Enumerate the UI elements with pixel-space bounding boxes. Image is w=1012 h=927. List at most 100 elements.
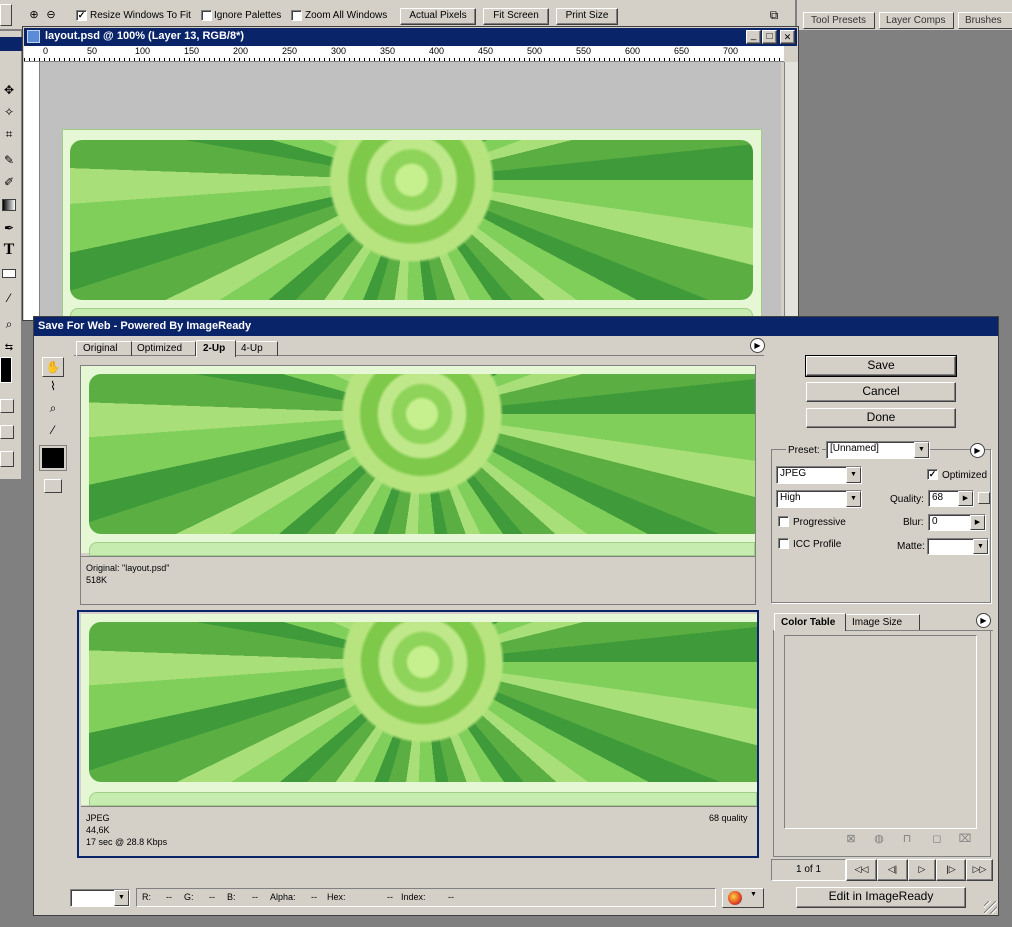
- shape-tool-icon[interactable]: [2, 269, 16, 278]
- palette-tab-layer-comps[interactable]: Layer Comps: [879, 12, 954, 29]
- view-tabs: Original Optimized 2-Up 4-Up: [74, 340, 764, 357]
- tab-color-table[interactable]: Color Table: [774, 613, 846, 631]
- zoom-level-select[interactable]: ▼: [70, 889, 130, 907]
- zoom-all-checkbox[interactable]: [291, 10, 302, 21]
- chevron-down-icon: ▼: [914, 442, 929, 458]
- optimized-succulent-image: [89, 622, 757, 782]
- original-preview: [81, 366, 755, 556]
- trash-icon[interactable]: ⌧: [958, 830, 972, 846]
- done-button[interactable]: Done: [806, 408, 956, 428]
- quality-mask-icon[interactable]: [978, 492, 990, 504]
- succulent-banner-image: [70, 140, 753, 300]
- settings-menu-icon[interactable]: ▶: [970, 443, 985, 458]
- view-options-menu-icon[interactable]: ▶: [750, 338, 765, 353]
- next-frame-button[interactable]: |▷: [936, 859, 966, 881]
- edit-in-imageready-button[interactable]: Edit in ImageReady: [796, 887, 966, 908]
- color-table-menu-icon[interactable]: ▶: [976, 613, 991, 628]
- color-table-swatches[interactable]: [784, 635, 977, 829]
- type-tool-icon[interactable]: T: [0, 241, 18, 259]
- chevron-down-icon: ▼: [846, 491, 861, 507]
- document-vertical-scrollbar[interactable]: [784, 62, 798, 320]
- optimized-nav-bar: [89, 792, 757, 806]
- tab-2-up[interactable]: 2-Up: [196, 340, 236, 357]
- move-tool-icon[interactable]: ✥: [0, 81, 18, 99]
- magic-wand-icon[interactable]: ✧: [0, 103, 18, 121]
- swap-colors-icon[interactable]: ⇆: [0, 339, 18, 353]
- actual-pixels-button[interactable]: Actual Pixels: [400, 8, 476, 25]
- play-button[interactable]: ▷: [908, 859, 936, 881]
- icc-profile-checkbox[interactable]: [778, 538, 789, 549]
- chevron-right-icon: ▶: [970, 515, 985, 530]
- matte-select[interactable]: ▼: [927, 538, 989, 555]
- jump-to-imageready-icon[interactable]: [0, 451, 14, 467]
- quick-mask-icon[interactable]: [0, 399, 14, 413]
- fit-screen-button[interactable]: Fit Screen: [483, 8, 549, 25]
- frame-count: 1 of 1: [771, 859, 846, 881]
- tab-original[interactable]: Original: [76, 341, 132, 356]
- print-size-button[interactable]: Print Size: [556, 8, 618, 25]
- brush-tool-icon[interactable]: ✎: [0, 151, 18, 169]
- first-frame-button[interactable]: ◁◁: [846, 859, 877, 881]
- workspace-bottom: [0, 917, 1012, 927]
- format-select[interactable]: JPEG ▼: [776, 466, 862, 484]
- zoom-out-icon[interactable]: ⊖: [43, 6, 59, 24]
- toggle-slices-visibility-icon[interactable]: [44, 479, 62, 493]
- cancel-button[interactable]: Cancel: [806, 382, 956, 402]
- document-title: layout.psd @ 100% (Layer 13, RGB/8*): [45, 30, 245, 42]
- preset-select[interactable]: [Unnamed] ▼: [826, 441, 930, 459]
- last-frame-button[interactable]: ▷▷: [966, 859, 993, 881]
- minimize-button[interactable]: _: [746, 30, 761, 44]
- resize-windows-label: Resize Windows To Fit: [90, 10, 191, 21]
- map-color-icon[interactable]: ⊠: [844, 830, 858, 846]
- blur-input[interactable]: 0 ▶: [928, 514, 986, 531]
- resize-windows-checkbox[interactable]: ✓: [76, 10, 87, 21]
- zoom-tool-sfw-icon[interactable]: ⌕: [42, 399, 64, 419]
- optimized-checkbox[interactable]: ✓: [927, 469, 938, 480]
- progressive-checkbox[interactable]: [778, 516, 789, 527]
- close-button[interactable]: ✕: [780, 30, 795, 44]
- palette-tab-brushes[interactable]: Brushes: [958, 12, 1012, 29]
- hand-tool-button[interactable]: ✋: [42, 357, 64, 377]
- tab-4-up[interactable]: 4-Up: [236, 341, 278, 356]
- foreground-color-swatch[interactable]: [0, 357, 12, 383]
- slice-select-tool-icon[interactable]: ⌇: [42, 377, 64, 397]
- color-readout-bar: R: -- G: -- B: -- Alpha: -- Hex: -- Inde…: [136, 888, 716, 907]
- maximize-button[interactable]: □: [762, 30, 777, 44]
- preview-in-browser-button[interactable]: ▼: [722, 888, 764, 908]
- zoom-in-icon[interactable]: ⊕: [26, 6, 42, 24]
- gradient-tool-icon[interactable]: [2, 199, 16, 211]
- original-size: 518K: [86, 575, 108, 585]
- browser-icon: [728, 891, 742, 905]
- eyedropper-color-swatch[interactable]: [39, 445, 67, 471]
- quality-preset-select[interactable]: High ▼: [776, 490, 862, 508]
- horizontal-ruler: 0 50 100 150 200 250 300 350 400 450 500…: [24, 46, 784, 62]
- quality-input[interactable]: 68 ▶: [928, 490, 974, 507]
- previous-frame-button[interactable]: ◁|: [877, 859, 908, 881]
- zoom-tool-icon[interactable]: ⌕: [0, 315, 18, 333]
- crop-tool-icon[interactable]: ⌗: [0, 125, 18, 143]
- progressive-label: Progressive: [793, 517, 846, 528]
- resize-grip-icon[interactable]: [984, 901, 997, 914]
- document-icon: [27, 30, 40, 43]
- zoom-all-label: Zoom All Windows: [305, 10, 388, 21]
- web-shift-icon[interactable]: ◍: [872, 830, 886, 846]
- optimized-quality-note: 68 quality: [709, 813, 748, 823]
- history-brush-icon[interactable]: ✐: [0, 173, 18, 191]
- tab-image-size[interactable]: Image Size: [846, 614, 920, 630]
- chevron-down-icon: ▼: [973, 539, 988, 554]
- tool-preset-picker[interactable]: [0, 4, 12, 26]
- palette-tab-tool-presets[interactable]: Tool Presets: [803, 12, 875, 29]
- file-browser-icon[interactable]: ⧉: [763, 6, 785, 26]
- eyedropper-sfw-icon[interactable]: ⁄: [42, 421, 64, 441]
- new-color-icon[interactable]: ◻: [930, 830, 944, 846]
- document-window: layout.psd @ 100% (Layer 13, RGB/8*) _ □…: [22, 26, 799, 330]
- preset-label: Preset:: [786, 445, 822, 456]
- screen-mode-icon[interactable]: [0, 425, 14, 439]
- optimized-format: JPEG: [86, 813, 110, 823]
- pen-tool-icon[interactable]: ✒: [0, 219, 18, 237]
- save-button[interactable]: Save: [805, 355, 957, 377]
- lock-color-icon[interactable]: ⊓: [900, 830, 914, 846]
- ignore-palettes-checkbox[interactable]: [201, 10, 212, 21]
- eyedropper-tool-icon[interactable]: ⁄: [0, 289, 18, 307]
- tab-optimized[interactable]: Optimized: [132, 341, 196, 356]
